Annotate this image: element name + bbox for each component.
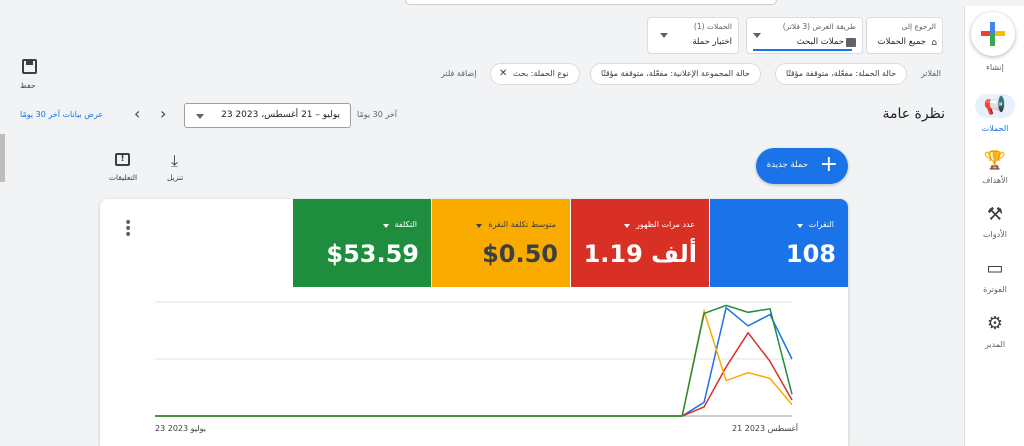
- metric-label-impressions-text: عدد مرات الظهور: [636, 220, 695, 229]
- view-selector[interactable]: طريقة العرض (3 فلاتر) حملات البحث: [746, 17, 863, 54]
- series-line-2: [155, 308, 793, 417]
- feedback-label: التعليقات: [109, 173, 138, 182]
- metric-value-impressions: 1.19 ألف: [583, 240, 697, 268]
- plus-icon: +: [819, 152, 838, 177]
- filters-label: الفلاتر: [920, 69, 941, 78]
- nav-label-goals: الأهداف: [982, 176, 1008, 185]
- filter-chip-adgroup-status[interactable]: حالة المجموعة الإعلانية: مفعّلة، متوقفة …: [590, 63, 761, 85]
- chevron-down-icon: [382, 224, 389, 228]
- metric-value-clicks: 108: [785, 240, 836, 268]
- page-title: نظرة عامة: [882, 106, 945, 122]
- feedback-icon[interactable]: !: [115, 153, 130, 166]
- overview-card: • • • النقرات 108 عدد مرات الظهور 1.19 ألف…: [100, 199, 848, 446]
- home-icon: ⌂: [931, 38, 937, 48]
- view-main-label: حملات البحث: [796, 37, 844, 47]
- chevron-down-icon: [196, 114, 204, 119]
- metric-label-avg-cpc-text: متوسط تكلفة النقرة: [488, 220, 556, 229]
- x-axis-start-label: 23 يوليو 2023: [155, 424, 206, 433]
- filter-chip-campaign-status[interactable]: حالة الحملة: مفعّلة، متوقفة مؤقتًا: [775, 63, 908, 85]
- credit-card-icon[interactable]: ▭: [983, 257, 1007, 281]
- chevron-left-icon[interactable]: ‹: [134, 104, 140, 123]
- chevron-down-icon: [624, 224, 631, 228]
- selected-underline: [753, 49, 852, 51]
- chevron-down-icon: [753, 33, 761, 38]
- back-to-all-campaigns[interactable]: الرجوع إلى جميع الحملات ⌂: [866, 17, 943, 54]
- search-campaign-icon: [846, 38, 856, 47]
- campaign-selector[interactable]: الحملات (1) اختيار حملة: [647, 17, 739, 54]
- top-strip: [405, 0, 777, 5]
- metric-label-clicks: النقرات: [796, 220, 834, 229]
- save-icon[interactable]: [22, 59, 37, 74]
- nav-rail: إنشاء 📢 الحملات 🏆 الأهداف ⚒ الأدوات ▭ ال…: [964, 6, 1024, 446]
- create-button[interactable]: [971, 12, 1015, 56]
- x-axis-end-label: 21 أغسطس 2023: [732, 424, 798, 433]
- download-icon[interactable]: ⤓: [171, 151, 178, 171]
- nav-label-billing: الفوترة: [983, 285, 1007, 294]
- performance-chart: [155, 301, 793, 417]
- new-campaign-button[interactable]: حملة جديدة +: [756, 148, 848, 184]
- campaigns-main-label: اختيار حملة: [692, 37, 732, 47]
- campaigns-small-label: الحملات (1): [693, 22, 732, 31]
- view-small-label: طريقة العرض (3 فلاتر): [782, 22, 856, 31]
- save-label: حفظ: [20, 81, 36, 90]
- metric-value-cost: $53.59: [326, 240, 419, 268]
- metric-label-avg-cpc: متوسط تكلفة النقرة: [476, 220, 556, 229]
- back-main-label: جميع الحملات: [877, 37, 926, 47]
- metric-tile-avg-cpc[interactable]: متوسط تكلفة النقرة $0.50: [432, 199, 570, 287]
- plus-icon-vertical: [990, 22, 995, 46]
- chevron-down-icon: [660, 33, 668, 38]
- date-range-text: 23 يوليو – 21 أغسطس، 2023: [221, 110, 340, 120]
- new-campaign-label: حملة جديدة: [766, 160, 808, 170]
- create-label: إنشاء: [986, 63, 1004, 72]
- close-icon[interactable]: ✕: [499, 64, 507, 84]
- chevron-right-icon[interactable]: ›: [160, 104, 166, 123]
- more-options-icon[interactable]: • • •: [124, 216, 132, 242]
- range-label: آخر 30 يومًا: [357, 110, 397, 119]
- megaphone-icon: 📢: [983, 95, 1007, 116]
- metric-tile-cost[interactable]: التكلفة $53.59: [293, 199, 431, 287]
- metric-label-cost-text: التكلفة: [394, 220, 417, 229]
- back-small-label: الرجوع إلى: [901, 22, 937, 31]
- metric-label-clicks-text: النقرات: [808, 220, 834, 229]
- filter-chip-campaign-type-label: نوع الحملة: بحث: [513, 69, 569, 78]
- gear-icon[interactable]: ⚙: [983, 312, 1007, 336]
- metric-label-impressions: عدد مرات الظهور: [624, 220, 695, 229]
- chevron-down-icon: [796, 224, 803, 228]
- chevron-down-icon: [476, 224, 483, 228]
- nav-label-admin: المدير: [984, 340, 1006, 349]
- trophy-icon[interactable]: 🏆: [983, 149, 1007, 173]
- metric-value-avg-cpc: $0.50: [482, 240, 558, 268]
- series-line-3: [155, 304, 793, 417]
- nav-label-campaigns: الحملات: [981, 124, 1009, 133]
- filter-chip-campaign-type[interactable]: نوع الحملة: بحث ✕: [490, 63, 580, 85]
- metric-tile-clicks[interactable]: النقرات 108: [710, 199, 848, 287]
- show-last-30-days-link[interactable]: عرض بيانات آخر 30 يومًا: [20, 110, 103, 119]
- download-label: تنزيل: [167, 173, 184, 182]
- date-range-picker[interactable]: 23 يوليو – 21 أغسطس، 2023: [184, 103, 351, 128]
- tools-icon[interactable]: ⚒: [983, 203, 1007, 227]
- scrollbar[interactable]: [0, 134, 5, 182]
- metric-tile-impressions[interactable]: عدد مرات الظهور 1.19 ألف: [571, 199, 709, 287]
- add-filter-button[interactable]: إضافة فلتر: [441, 69, 476, 78]
- metric-label-cost: التكلفة: [382, 220, 417, 229]
- series-line-0: [155, 306, 793, 417]
- nav-label-tools: الأدوات: [983, 230, 1007, 239]
